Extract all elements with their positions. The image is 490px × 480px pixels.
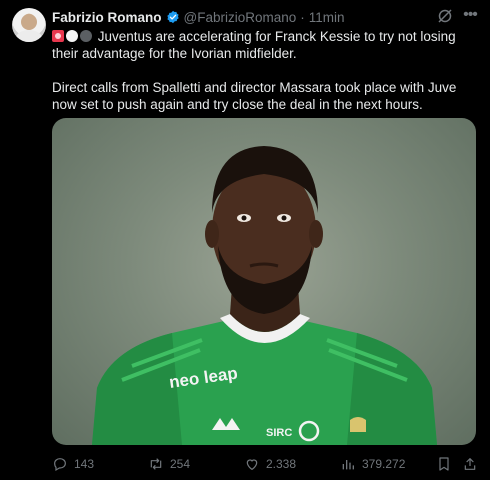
retweet-count: 254 (170, 457, 191, 471)
avatar-face (21, 14, 37, 30)
avatar-body (16, 30, 42, 42)
tweet-paragraph-1: Juventus are accelerating for Franck Kes… (52, 28, 482, 62)
retweet-button[interactable]: 254 (148, 456, 190, 472)
tweet[interactable]: Fabrizio Romano @FabrizioRomano · 11min … (0, 0, 490, 480)
views-icon (342, 460, 354, 470)
reply-button[interactable]: 143 (52, 456, 94, 472)
reply-icon (54, 458, 66, 472)
tweet-header: Fabrizio Romano @FabrizioRomano · 11min (52, 8, 345, 26)
views-count: 379.272 (362, 457, 406, 471)
author-name[interactable]: Fabrizio Romano (52, 10, 162, 25)
views-button[interactable]: 379.272 (340, 456, 405, 472)
action-bar: 143 254 2.338 379.272 (52, 456, 480, 474)
kit-text: SIRC (266, 427, 292, 439)
siren-emoji-icon (52, 30, 64, 42)
tweet-photo[interactable]: neo leap SIRC (52, 118, 476, 445)
tweet-text: Juventus are accelerating for Franck Kes… (52, 28, 482, 113)
like-button[interactable]: 2.338 (244, 456, 296, 472)
white-circle-emoji-icon (66, 30, 78, 42)
verified-badge-icon (166, 10, 179, 24)
tweet-paragraph-2: Direct calls from Spalletti and director… (52, 79, 482, 113)
black-circle-emoji-icon (80, 30, 92, 42)
share-button[interactable] (462, 456, 478, 472)
heart-icon (246, 459, 258, 471)
timestamp[interactable]: 11min (309, 10, 345, 25)
retweet-icon (150, 458, 162, 470)
grok-icon[interactable] (437, 8, 453, 24)
bookmark-icon (439, 457, 449, 471)
avatar[interactable] (12, 8, 46, 42)
like-count: 2.338 (266, 457, 297, 471)
reply-count: 143 (74, 457, 95, 471)
tweet-line-2: Direct calls from Spalletti and director… (52, 80, 457, 112)
separator-dot: · (300, 9, 305, 25)
author-handle[interactable]: @FabrizioRomano (184, 10, 297, 25)
player-illustration: neo leap SIRC (92, 146, 437, 445)
bookmark-button[interactable] (436, 456, 452, 472)
tweet-line-1: Juventus are accelerating for Franck Kes… (52, 29, 456, 61)
share-icon (464, 458, 476, 470)
more-icon[interactable]: ••• (461, 6, 479, 24)
